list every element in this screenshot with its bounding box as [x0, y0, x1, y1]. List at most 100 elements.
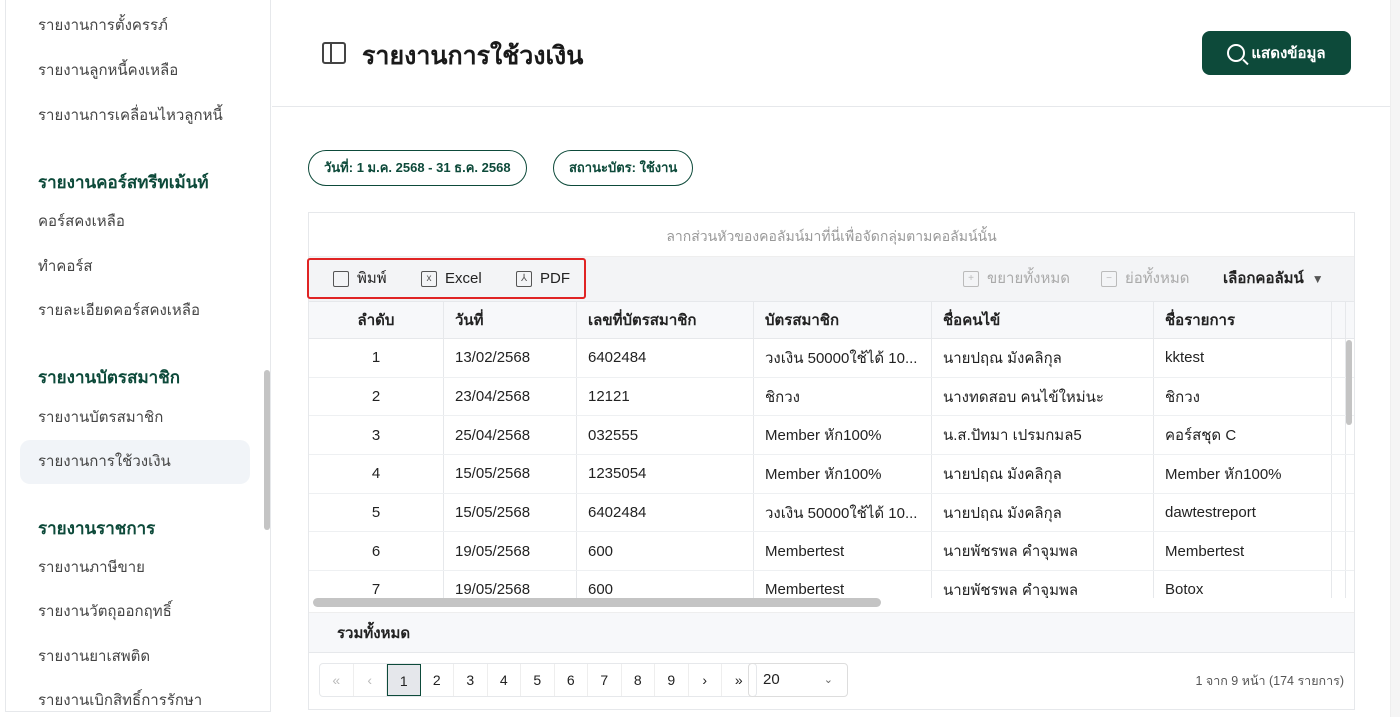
- choose-columns-label: เลือกคอลัมน์: [1223, 270, 1304, 287]
- next-page-button[interactable]: ›: [689, 664, 722, 696]
- data-grid: ลากส่วนหัวของคอลัมน์มาที่นี่เพื่อจัดกลุ่…: [307, 212, 1355, 710]
- vertical-scrollbar[interactable]: [1346, 340, 1352, 425]
- row-spacer: [1332, 532, 1346, 571]
- sidebar-section-course: รายงานคอร์สทรีทเม้นท์: [38, 173, 209, 192]
- table-row[interactable]: 5 15/05/2568 6402484 วงเงิน 50000ใช้ได้ 10.…: [309, 493, 1354, 533]
- cell-item: ชิกวง: [1154, 377, 1332, 416]
- collapse-all-button[interactable]: − ย่อทั้งหมด: [1101, 257, 1190, 301]
- cell-seq: 4: [309, 455, 444, 493]
- cell-date: 15/05/2568: [444, 455, 577, 493]
- cell-card: Member หัก100%: [754, 416, 932, 455]
- show-data-label: แสดงข้อมูล: [1251, 45, 1326, 62]
- page-button-1[interactable]: 1: [387, 664, 421, 696]
- caret-down-icon: ▼: [1311, 272, 1324, 286]
- page-header: รายงานการใช้วงเงิน แสดงข้อมูล: [272, 0, 1390, 107]
- cell-item: kktest: [1154, 339, 1332, 377]
- column-header-date[interactable]: วันที่: [444, 302, 577, 338]
- sidebar-item-course-remaining[interactable]: คอร์สคงเหลือ: [20, 200, 250, 244]
- expand-all-button[interactable]: + ขยายทั้งหมด: [963, 257, 1070, 301]
- page-size-select[interactable]: 20 ⌄: [748, 663, 848, 697]
- cell-seq: 6: [309, 532, 444, 571]
- cell-patient: นายพัชรพล คำจุมพล: [932, 532, 1154, 571]
- cell-card-no: 600: [577, 571, 754, 598]
- page-button-2[interactable]: 2: [421, 664, 454, 696]
- sidebar-item-treatment-claim[interactable]: รายงานเบิกสิทธิ์การรักษา: [20, 679, 250, 711]
- table-row[interactable]: 1 13/02/2568 6402484 วงเงิน 50000ใช้ได้ 10.…: [309, 339, 1354, 378]
- collapse-all-label: ย่อทั้งหมด: [1125, 270, 1190, 287]
- sidebar-item-do-course[interactable]: ทำคอร์ส: [20, 245, 250, 289]
- cell-patient: นางทดสอบ คนไข้ใหม่นะ: [932, 377, 1154, 416]
- choose-columns-button[interactable]: เลือกคอลัมน์ ▼: [1223, 257, 1324, 301]
- row-spacer: [1332, 416, 1346, 455]
- column-header-card-no[interactable]: เลขที่บัตรสมาชิก: [577, 302, 754, 338]
- table-row[interactable]: 4 15/05/2568 1235054 Member หัก100% นายปฤณ ม…: [309, 455, 1354, 494]
- page-button-4[interactable]: 4: [488, 664, 521, 696]
- sidebar-item-sales-tax[interactable]: รายงานภาษีขาย: [20, 546, 250, 590]
- pdf-button[interactable]: ⅄ PDF: [516, 257, 570, 301]
- sidebar-item-course-detail[interactable]: รายละเอียดคอร์สคงเหลือ: [20, 289, 250, 333]
- cell-card: Membertest: [754, 532, 932, 571]
- sidebar-item-credit-usage-report[interactable]: รายงานการใช้วงเงิน: [20, 440, 250, 484]
- cell-patient: น.ส.ปัทมา เปรมกมล5: [932, 416, 1154, 455]
- page-button-8[interactable]: 8: [622, 664, 655, 696]
- first-page-button[interactable]: «: [320, 664, 354, 696]
- date-filter-chip[interactable]: วันที่: 1 ม.ค. 2568 - 31 ธ.ค. 2568: [308, 150, 527, 186]
- print-button[interactable]: พิมพ์: [333, 257, 387, 301]
- page-button-6[interactable]: 6: [555, 664, 588, 696]
- excel-label: Excel: [445, 270, 482, 287]
- cell-seq: 3: [309, 416, 444, 455]
- cell-patient: นายปฤณ มังคลิกุล: [932, 493, 1154, 532]
- chevron-down-icon: ⌄: [823, 674, 833, 686]
- table-row[interactable]: 3 25/04/2568 032555 Member หัก100% น.ส.ปัทมา…: [309, 416, 1354, 456]
- column-header-card[interactable]: บัตรสมาชิก: [754, 302, 932, 338]
- sidebar-item-psychotropic[interactable]: รายงานวัตถุออกฤทธิ์: [20, 590, 250, 634]
- cell-card-no: 600: [577, 532, 754, 571]
- cell-item: คอร์สชุด C: [1154, 416, 1332, 455]
- card-status-filter-chip[interactable]: สถานะบัตร: ใช้งาน: [553, 150, 694, 186]
- sidebar-item-debtor-movement[interactable]: รายงานการเคลื่อนไหวลูกหนี้: [20, 94, 250, 138]
- pdf-icon: ⅄: [516, 271, 532, 287]
- cell-item: dawtestreport: [1154, 493, 1332, 532]
- page-size-value: 20: [763, 671, 780, 688]
- row-spacer: [1332, 571, 1346, 598]
- prev-page-button[interactable]: ‹: [354, 664, 387, 696]
- cell-item: Member หัก100%: [1154, 455, 1332, 493]
- cell-seq: 1: [309, 339, 444, 377]
- sidebar-item-member-card-report[interactable]: รายงานบัตรสมาชิก: [20, 396, 250, 440]
- cell-item: Botox: [1154, 571, 1332, 598]
- cell-date: 15/05/2568: [444, 493, 577, 532]
- cell-date: 19/05/2568: [444, 532, 577, 571]
- column-header-patient[interactable]: ชื่อคนไข้: [932, 302, 1154, 338]
- cell-card-no: 1235054: [577, 455, 754, 493]
- header-spacer: [1332, 302, 1346, 338]
- page-info: 1 จาก 9 หน้า (174 รายการ): [1195, 674, 1344, 688]
- cell-date: 25/04/2568: [444, 416, 577, 455]
- cell-card-no: 6402484: [577, 493, 754, 532]
- table-row[interactable]: 7 19/05/2568 600 Membertest นายพัชรพล คำจุมพ…: [309, 571, 1354, 598]
- page-button-3[interactable]: 3: [454, 664, 488, 696]
- sidebar-section-member: รายงานบัตรสมาชิก: [38, 368, 181, 387]
- cell-patient: นายปฤณ มังคลิกุล: [932, 455, 1154, 493]
- column-header-seq[interactable]: ลำดับ: [309, 302, 444, 338]
- sidebar-scrollbar[interactable]: [264, 370, 270, 530]
- page-button-7[interactable]: 7: [588, 664, 622, 696]
- page-button-5[interactable]: 5: [521, 664, 555, 696]
- sidebar-item-narcotics[interactable]: รายงานยาเสพติด: [20, 635, 250, 679]
- group-panel[interactable]: ลากส่วนหัวของคอลัมน์มาที่นี่เพื่อจัดกลุ่…: [309, 213, 1354, 257]
- column-header-item[interactable]: ชื่อรายการ: [1154, 302, 1332, 338]
- excel-button[interactable]: x Excel: [421, 257, 482, 301]
- page-scrollbar[interactable]: [1390, 0, 1400, 717]
- cell-card: วงเงิน 50000ใช้ได้ 10...: [754, 493, 932, 532]
- show-data-button[interactable]: แสดงข้อมูล: [1202, 31, 1351, 75]
- printer-icon: [333, 271, 349, 287]
- page-button-9[interactable]: 9: [655, 664, 689, 696]
- grid-body: 1 13/02/2568 6402484 วงเงิน 50000ใช้ได้ 10.…: [309, 339, 1354, 598]
- table-row[interactable]: 6 19/05/2568 600 Membertest นายพัชรพล คำจุมพ…: [309, 532, 1354, 572]
- horizontal-scrollbar[interactable]: [313, 598, 881, 607]
- sidebar-item-pregnancy-report[interactable]: รายงานการตั้งครรภ์: [20, 4, 250, 48]
- sidebar-item-debtor-balance[interactable]: รายงานลูกหนี้คงเหลือ: [20, 49, 250, 93]
- table-row[interactable]: 2 23/04/2568 12121 ชิกวง นางทดสอบ คนไข้ใหม่น…: [309, 377, 1354, 417]
- cell-card: Membertest: [754, 571, 932, 598]
- pdf-label: PDF: [540, 270, 570, 287]
- row-spacer: [1332, 493, 1346, 532]
